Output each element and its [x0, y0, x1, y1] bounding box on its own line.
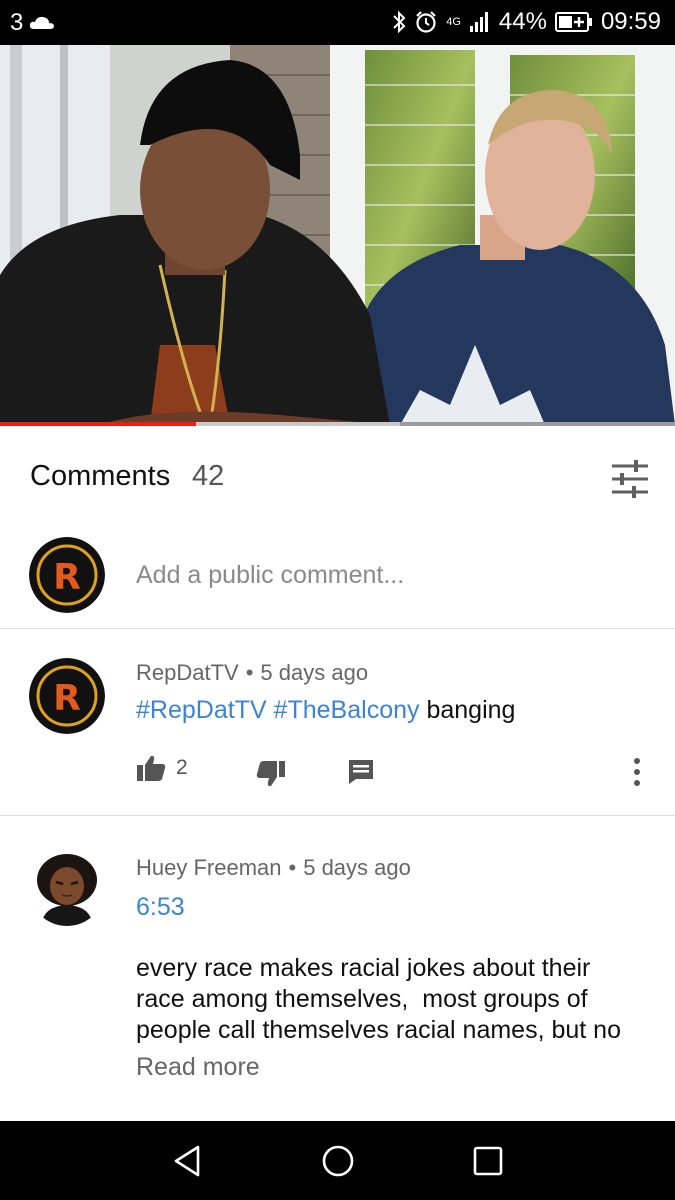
sort-filter-icon[interactable] — [608, 460, 652, 498]
huey-freeman-avatar-icon — [29, 850, 105, 926]
cloud-icon — [30, 16, 55, 29]
avatar[interactable] — [29, 850, 105, 926]
video-player[interactable] — [0, 45, 675, 425]
svg-text:R: R — [53, 557, 81, 598]
comment-body: #RepDatTV #TheBalcony banging — [136, 696, 515, 725]
recents-icon[interactable] — [468, 1141, 508, 1181]
clock: 09:59 — [600, 8, 661, 35]
svg-text:R: R — [53, 678, 81, 719]
comment-meta: Huey Freeman • 5 days ago — [136, 855, 411, 881]
comment-actions: 2 — [136, 754, 656, 788]
comment-item: R RepDatTV • 5 days ago #RepDatTV #TheBalc… — [0, 630, 675, 816]
comment-text: every race makes racial jokes about thei… — [136, 953, 656, 1046]
status-bar: 3 4G 44% 09:59 — [0, 0, 675, 45]
home-icon[interactable] — [318, 1141, 358, 1181]
comment-text-line: every race makes racial jokes about thei… — [136, 954, 591, 982]
avatar[interactable]: R — [29, 658, 105, 734]
comments-title: Comments — [30, 460, 171, 492]
signal-icon — [469, 12, 488, 32]
battery-icon — [554, 12, 592, 32]
video-progress-played — [0, 422, 196, 426]
comments-header: Comments 42 — [0, 430, 675, 525]
add-comment-input[interactable]: Add a public comment... — [136, 561, 404, 590]
reply-icon[interactable] — [348, 759, 374, 785]
read-more-link[interactable]: Read more — [136, 1053, 260, 1082]
comment-item: Huey Freeman • 5 days ago 6:53 every race … — [0, 817, 675, 1120]
hashtag-link[interactable]: #TheBalcony — [274, 696, 420, 724]
like-count: 2 — [176, 756, 188, 779]
video-frame — [0, 45, 675, 425]
repdat-logo-icon: R — [29, 537, 105, 613]
add-comment-row[interactable]: R Add a public comment... — [0, 525, 675, 629]
comment-time: 5 days ago — [303, 855, 411, 880]
more-options-icon[interactable] — [632, 757, 642, 787]
like-icon[interactable] — [136, 754, 166, 782]
hashtag-link[interactable]: #RepDatTV — [136, 696, 267, 724]
timestamp-link[interactable]: 6:53 — [136, 893, 185, 922]
repdat-logo-icon: R — [29, 658, 105, 734]
meta-separator: • — [288, 855, 297, 880]
video-progress-bar[interactable] — [0, 422, 675, 426]
network-type: 4G — [446, 16, 461, 28]
comment-text-line: race among themselves, most groups of — [136, 985, 588, 1013]
comment-author[interactable]: Huey Freeman — [136, 855, 282, 880]
notification-count: 3 — [10, 9, 24, 36]
bluetooth-icon — [393, 10, 406, 34]
comment-meta: RepDatTV • 5 days ago — [136, 660, 368, 686]
alarm-icon — [416, 11, 436, 33]
comments-count: 42 — [192, 460, 225, 492]
comment-text-line: people call themselves racial names, but… — [136, 1016, 621, 1044]
meta-separator: • — [245, 660, 254, 685]
comment-time: 5 days ago — [260, 660, 369, 685]
comment-text: banging — [426, 696, 516, 724]
system-nav-bar — [0, 1121, 675, 1200]
dislike-icon[interactable] — [256, 760, 286, 788]
avatar: R — [29, 537, 105, 613]
comment-author[interactable]: RepDatTV — [136, 660, 239, 685]
battery-percent: 44% — [498, 8, 547, 35]
back-icon[interactable] — [168, 1141, 208, 1181]
